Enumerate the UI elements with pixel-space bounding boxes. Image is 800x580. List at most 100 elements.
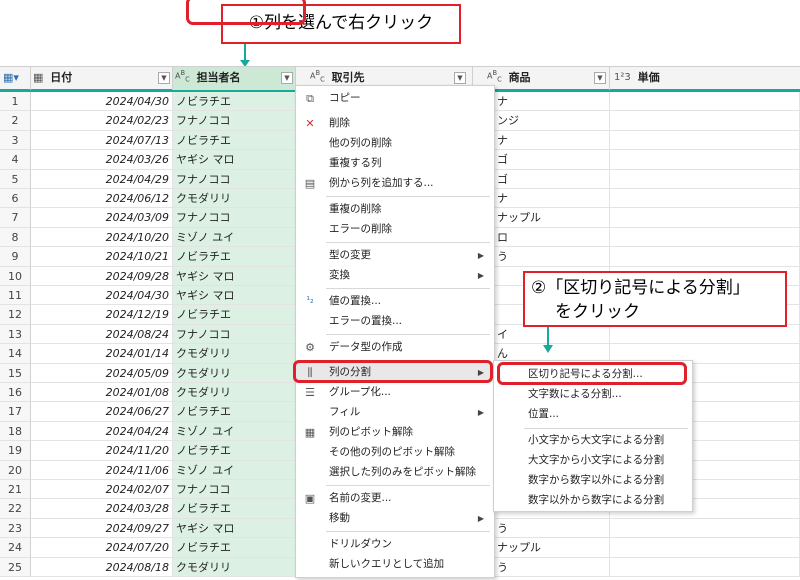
- menu-item-change-type[interactable]: 型の変更 ▶: [296, 246, 494, 265]
- person-cell[interactable]: フナノココ: [173, 324, 296, 345]
- row-number[interactable]: 12: [0, 305, 31, 325]
- menu-item-add-from-examples[interactable]: ▤ 例から列を追加する...: [296, 174, 494, 193]
- submenu-item-digit-to-nondigit[interactable]: 数字から数字以外による分割: [494, 471, 692, 490]
- menu-item-unpivot[interactable]: ▦ 列のピボット解除: [296, 423, 494, 442]
- row-number[interactable]: 6: [0, 189, 31, 209]
- person-cell[interactable]: ノビラチエ: [173, 305, 296, 325]
- row-number[interactable]: 9: [0, 247, 31, 267]
- table-menu-icon[interactable]: ▦▾: [3, 71, 19, 84]
- person-cell[interactable]: フナノココ: [173, 111, 296, 131]
- date-cell[interactable]: 2024/07/20: [31, 538, 173, 558]
- person-cell[interactable]: ミゾノ ユイ: [173, 460, 296, 480]
- date-cell[interactable]: 2024/09/27: [31, 518, 173, 539]
- filter-dropdown-icon[interactable]: ▼: [281, 72, 293, 84]
- date-cell[interactable]: 2024/06/27: [31, 402, 173, 422]
- date-cell[interactable]: 2024/10/21: [31, 247, 173, 267]
- date-cell[interactable]: 2024/04/24: [31, 421, 173, 442]
- person-cell[interactable]: ヤギシ マロ: [173, 150, 296, 170]
- row-number[interactable]: 17: [0, 402, 31, 422]
- person-cell[interactable]: ノビラチエ: [173, 402, 296, 422]
- row-number[interactable]: 8: [0, 227, 31, 248]
- menu-item-copy[interactable]: ⧉ コピー: [296, 89, 494, 108]
- filter-dropdown-icon[interactable]: ▼: [594, 72, 606, 84]
- person-cell[interactable]: クモダリリ: [173, 363, 296, 383]
- date-cell[interactable]: 2024/12/19: [31, 305, 173, 325]
- date-cell[interactable]: 2024/08/24: [31, 324, 173, 345]
- row-number[interactable]: 1: [0, 92, 31, 112]
- menu-item-rename[interactable]: ▣ 名前の変更...: [296, 489, 494, 508]
- person-cell[interactable]: ヤギシ マロ: [173, 518, 296, 539]
- person-cell[interactable]: ミゾノ ユイ: [173, 421, 296, 442]
- row-number[interactable]: 23: [0, 518, 31, 539]
- person-cell[interactable]: クモダリリ: [173, 189, 296, 209]
- row-number[interactable]: 22: [0, 499, 31, 519]
- date-cell[interactable]: 2024/01/08: [31, 383, 173, 403]
- person-cell[interactable]: ヤギシ マロ: [173, 286, 296, 306]
- person-cell[interactable]: ミゾノ ユイ: [173, 227, 296, 248]
- submenu-item-lower-to-upper[interactable]: 小文字から大文字による分割: [494, 431, 692, 450]
- date-cell[interactable]: 2024/04/30: [31, 286, 173, 306]
- submenu-item-by-chars[interactable]: 文字数による分割...: [494, 385, 692, 404]
- person-cell[interactable]: クモダリリ: [173, 383, 296, 403]
- menu-item-move[interactable]: 移動 ▶: [296, 509, 494, 528]
- price-cell[interactable]: [610, 169, 800, 189]
- row-number[interactable]: 3: [0, 130, 31, 151]
- row-number[interactable]: 5: [0, 169, 31, 189]
- menu-item-fill[interactable]: フィル ▶: [296, 403, 494, 422]
- person-cell[interactable]: ノビラチエ: [173, 499, 296, 519]
- menu-item-group-by[interactable]: ☰ グループ化...: [296, 383, 494, 402]
- row-number[interactable]: 2: [0, 111, 31, 131]
- price-cell[interactable]: [610, 111, 800, 131]
- person-cell[interactable]: フナノココ: [173, 480, 296, 500]
- row-number[interactable]: 19: [0, 441, 31, 461]
- menu-item-replace-values[interactable]: ¹₂ 値の置換...: [296, 292, 494, 311]
- date-cell[interactable]: 2024/02/07: [31, 480, 173, 500]
- price-cell[interactable]: [610, 130, 800, 151]
- person-cell[interactable]: フナノココ: [173, 169, 296, 189]
- row-number[interactable]: 18: [0, 421, 31, 442]
- date-cell[interactable]: 2024/04/30: [31, 92, 173, 112]
- row-number[interactable]: 4: [0, 150, 31, 170]
- date-cell[interactable]: 2024/11/06: [31, 460, 173, 480]
- date-cell[interactable]: 2024/05/09: [31, 363, 173, 383]
- person-cell[interactable]: ノビラチエ: [173, 441, 296, 461]
- date-cell[interactable]: 2024/06/12: [31, 189, 173, 209]
- row-number[interactable]: 15: [0, 363, 31, 383]
- menu-item-drill-down[interactable]: ドリルダウン: [296, 535, 494, 554]
- person-cell[interactable]: フナノココ: [173, 208, 296, 228]
- person-cell[interactable]: ヤギシ マロ: [173, 266, 296, 286]
- price-cell[interactable]: [610, 324, 800, 345]
- date-cell[interactable]: 2024/09/28: [31, 266, 173, 286]
- date-cell[interactable]: 2024/07/13: [31, 130, 173, 151]
- menu-item-add-as-new-query[interactable]: 新しいクエリとして追加: [296, 555, 494, 574]
- date-cell[interactable]: 2024/08/18: [31, 557, 173, 577]
- column-header-person[interactable]: ABC 担当者名 ▼: [173, 67, 296, 90]
- price-cell[interactable]: [610, 247, 800, 267]
- person-cell[interactable]: クモダリリ: [173, 344, 296, 364]
- menu-item-duplicate[interactable]: 重複する列: [296, 154, 494, 173]
- menu-item-unpivot-other[interactable]: その他の列のピボット解除: [296, 443, 494, 462]
- date-cell[interactable]: 2024/03/28: [31, 499, 173, 519]
- row-number[interactable]: 13: [0, 324, 31, 345]
- person-cell[interactable]: ノビラチエ: [173, 538, 296, 558]
- price-cell[interactable]: [610, 189, 800, 209]
- menu-item-remove-errors[interactable]: エラーの削除: [296, 220, 494, 239]
- menu-item-remove-duplicates[interactable]: 重複の削除: [296, 200, 494, 219]
- menu-item-replace-errors[interactable]: エラーの置換...: [296, 312, 494, 331]
- row-number[interactable]: 21: [0, 480, 31, 500]
- person-cell[interactable]: クモダリリ: [173, 557, 296, 577]
- price-cell[interactable]: [610, 92, 800, 112]
- menu-item-remove[interactable]: ✕ 削除: [296, 114, 494, 133]
- column-header-date[interactable]: ▦ 日付 ▼: [31, 67, 173, 90]
- date-cell[interactable]: 2024/03/09: [31, 208, 173, 228]
- date-cell[interactable]: 2024/03/26: [31, 150, 173, 170]
- date-cell[interactable]: 2024/01/14: [31, 344, 173, 364]
- date-cell[interactable]: 2024/02/23: [31, 111, 173, 131]
- row-number[interactable]: 24: [0, 538, 31, 558]
- menu-item-transform[interactable]: 変換 ▶: [296, 266, 494, 285]
- row-number[interactable]: 10: [0, 266, 31, 286]
- row-number[interactable]: 20: [0, 460, 31, 480]
- filter-dropdown-icon[interactable]: ▼: [158, 72, 170, 84]
- submenu-item-nondigit-to-digit[interactable]: 数字以外から数字による分割: [494, 491, 692, 510]
- column-header-price[interactable]: 1²3 単価: [610, 67, 800, 90]
